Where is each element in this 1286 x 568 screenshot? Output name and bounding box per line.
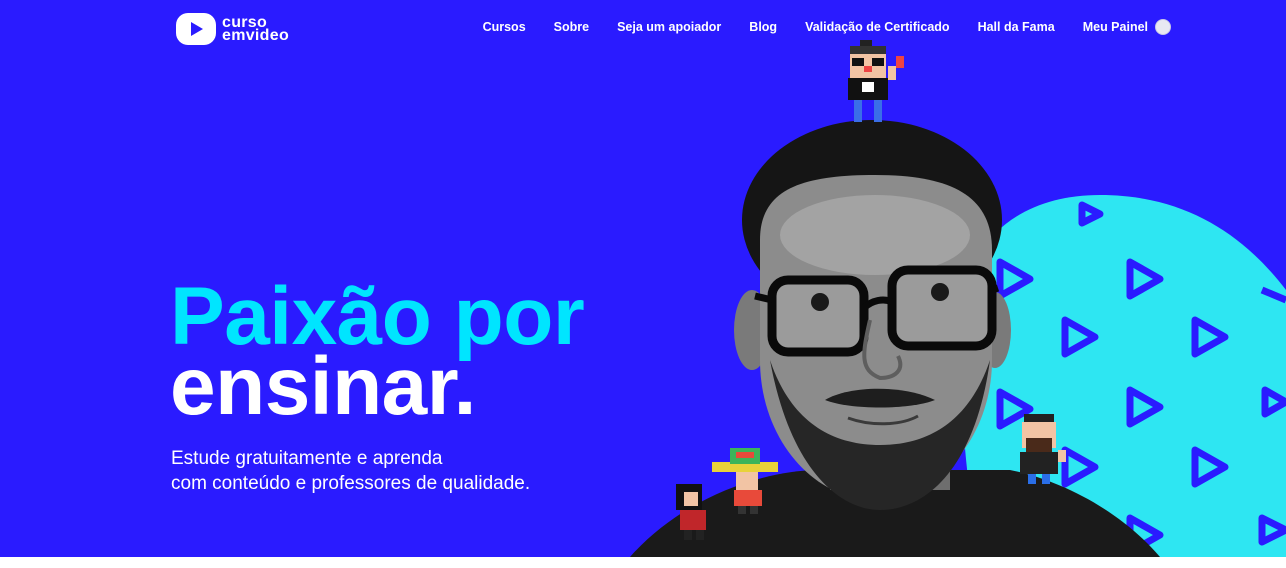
page-bottom-edge: [0, 557, 1286, 568]
hero-subtitle: Estude gratuitamente e aprenda com conte…: [171, 446, 530, 496]
nav-link-cursos[interactable]: Cursos: [483, 20, 526, 34]
play-logo-icon: [176, 13, 216, 45]
hero-section: curso emvideo Cursos Sobre Seja um apoia…: [0, 0, 1286, 557]
logo-wordmark: curso emvideo: [222, 15, 290, 44]
user-avatar[interactable]: [1155, 19, 1171, 35]
nav-link-hall-da-fama[interactable]: Hall da Fama: [978, 20, 1055, 34]
pixel-character-top: [848, 40, 904, 122]
logo-line-2: emvideo: [222, 27, 290, 44]
nav-link-meu-painel[interactable]: Meu Painel: [1083, 20, 1148, 34]
hero-headline: Paixão por ensinar.: [170, 276, 585, 428]
site-logo[interactable]: curso emvideo: [176, 12, 289, 46]
subtitle-line-2: com conteúdo e professores de qualidade.: [171, 473, 531, 494]
nav-link-blog[interactable]: Blog: [749, 20, 777, 34]
nav-link-apoiador[interactable]: Seja um apoiador: [617, 20, 721, 34]
nav-link-sobre[interactable]: Sobre: [554, 20, 589, 34]
subtitle-line-1: Estude gratuitamente e aprenda: [171, 448, 443, 469]
nav-link-validacao-certificado[interactable]: Validação de Certificado: [805, 20, 950, 34]
main-nav: Cursos Sobre Seja um apoiador Blog Valid…: [455, 19, 1171, 35]
